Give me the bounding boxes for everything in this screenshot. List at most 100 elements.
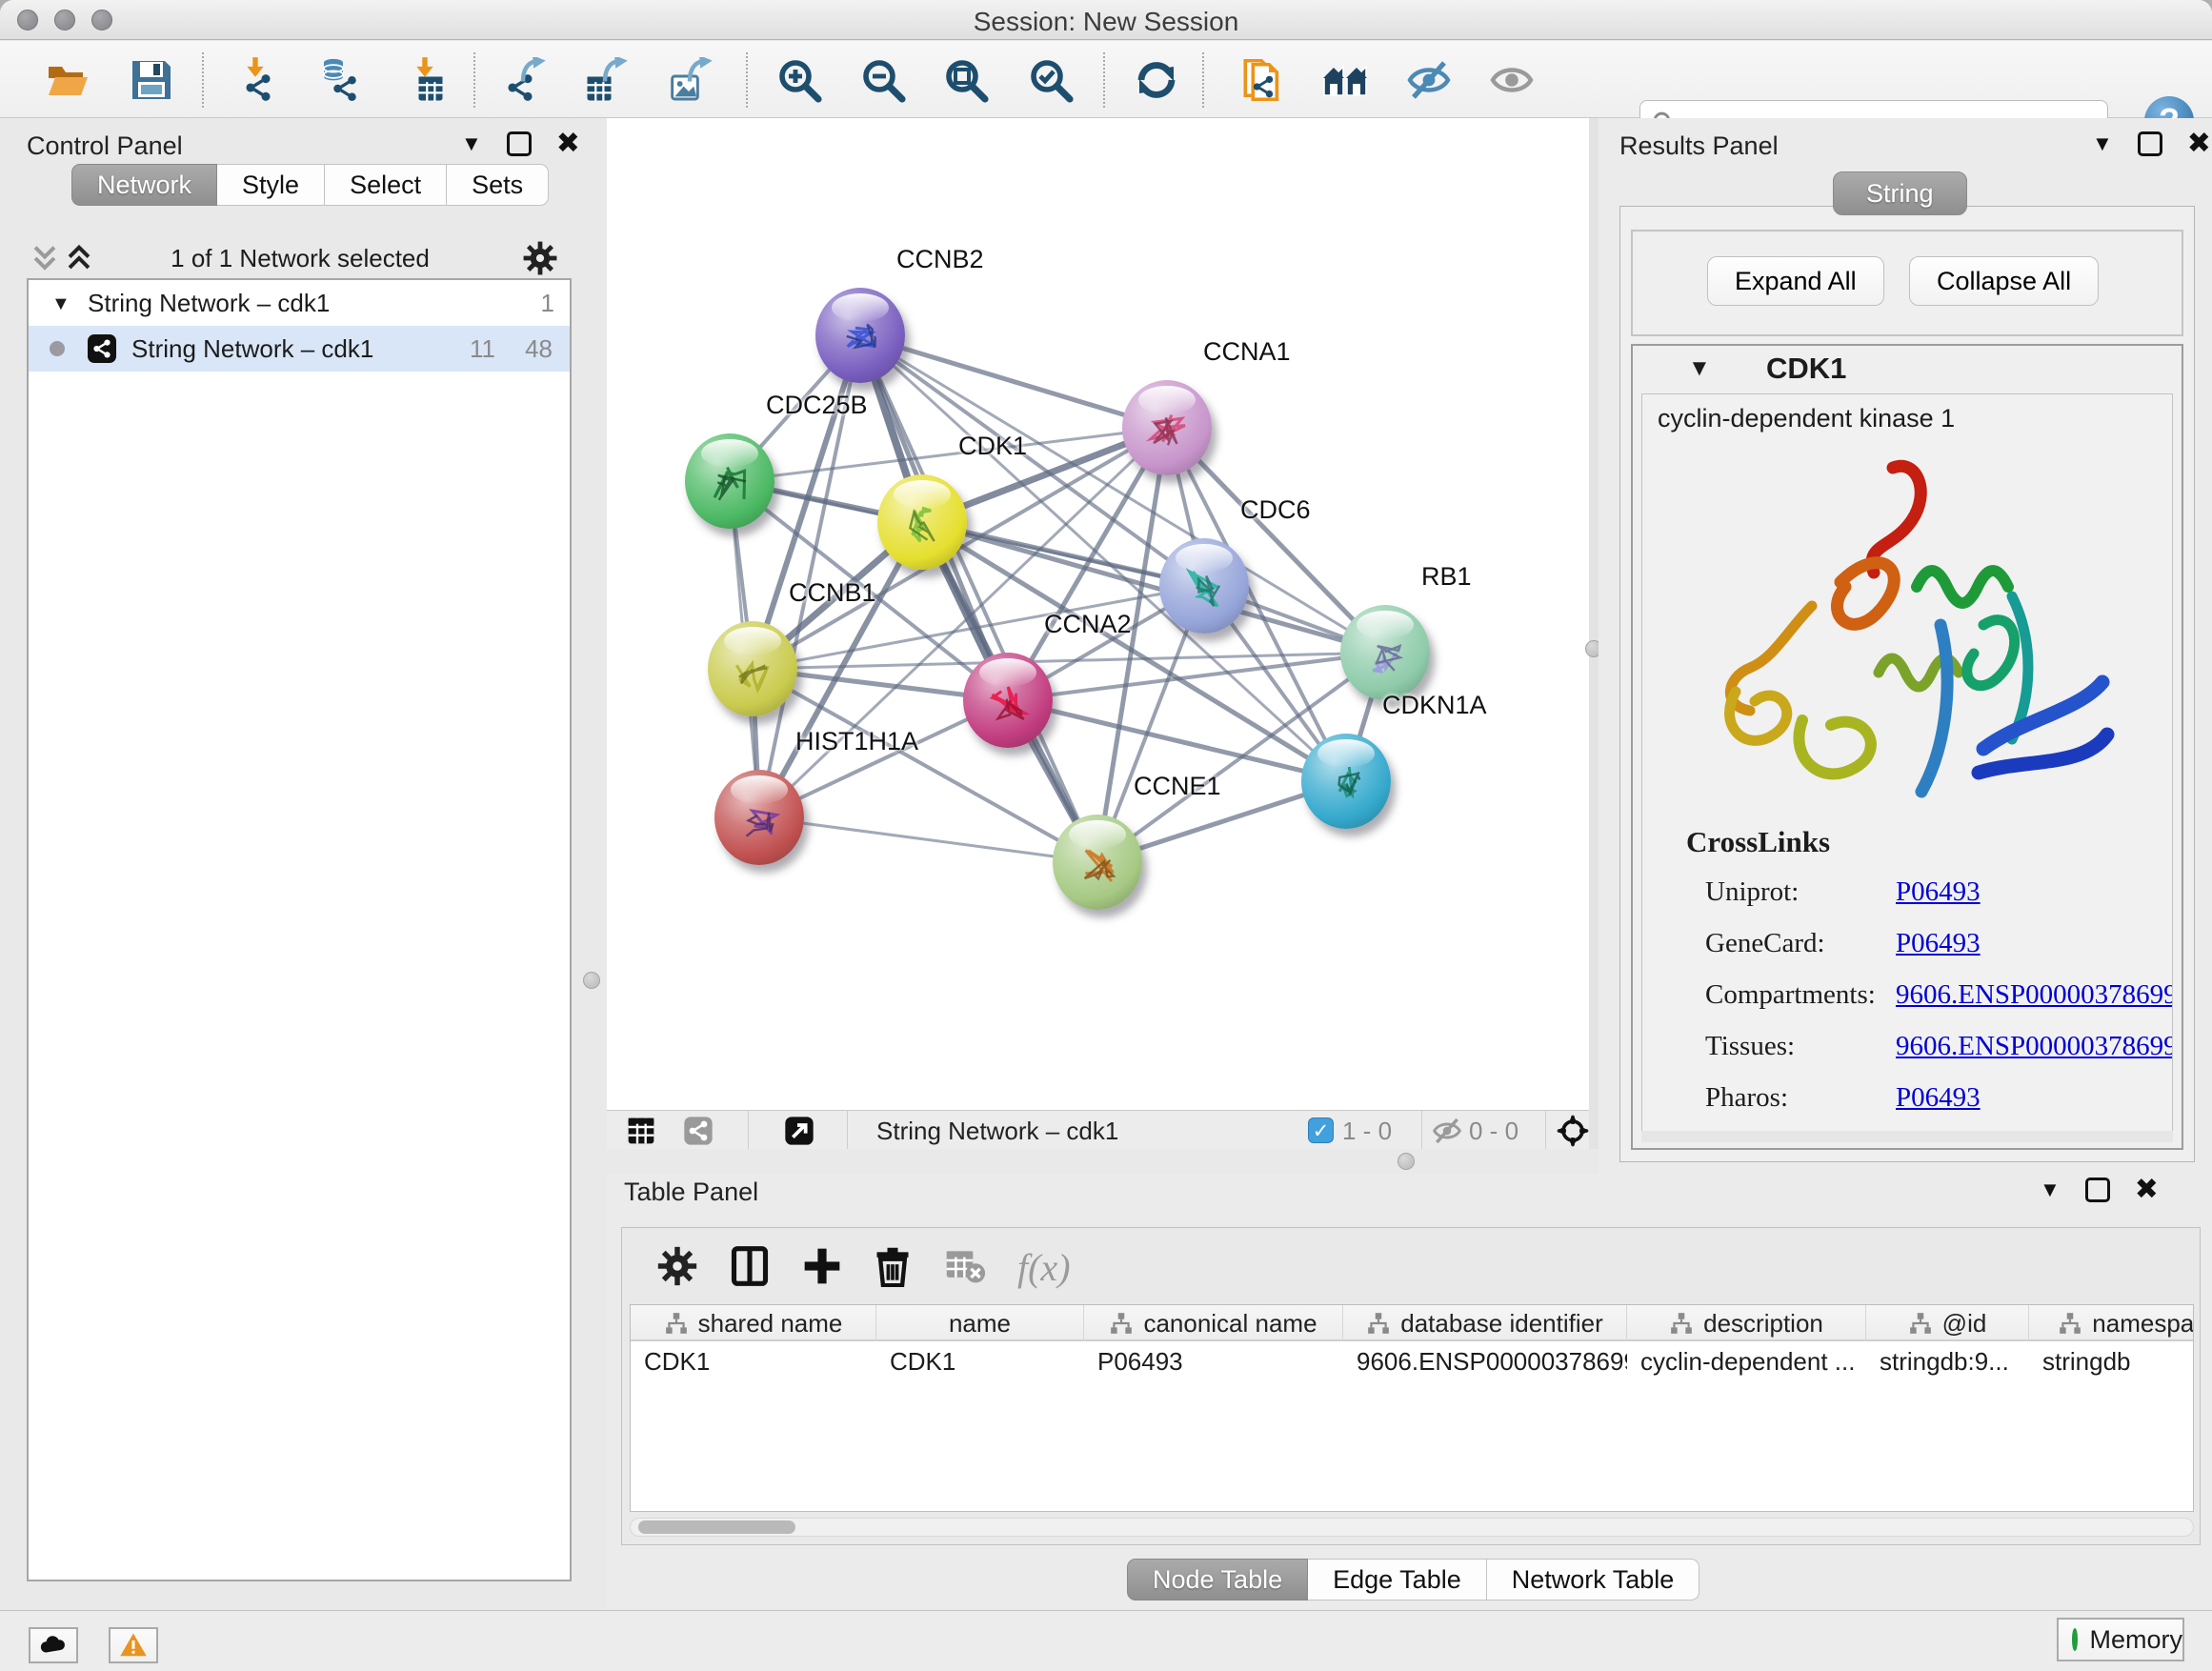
memory-button[interactable]: Memory [2057,1618,2184,1661]
protein-structure-image [1698,453,2117,815]
network-node-ccna1[interactable] [1122,380,1212,475]
delete-icon[interactable] [872,1245,914,1287]
column-header-canonicalname[interactable]: canonical name [1084,1305,1343,1341]
export-image-icon[interactable] [668,57,714,103]
column-type-icon [2058,1311,2082,1336]
network-node-ccnb1[interactable] [708,621,797,716]
table-cell[interactable]: stringdb:9... [1866,1343,2029,1379]
close-panel-icon[interactable]: ✖ [2187,131,2211,156]
import-network-database-icon[interactable] [315,57,361,103]
node-table[interactable]: shared namenamecanonical namedatabase id… [630,1304,2194,1512]
close-panel-icon[interactable]: ✖ [2135,1178,2159,1202]
panel-splitter-handle[interactable] [583,972,600,989]
column-header-namespace[interactable]: namespace [2029,1305,2194,1341]
collapse-all-button[interactable]: Collapse All [1909,256,2099,306]
close-panel-icon[interactable]: ✖ [556,131,580,156]
scrollbar-thumb[interactable] [638,1520,795,1534]
collection-expand-icon[interactable]: ▼ [51,293,70,315]
table-cell[interactable]: CDK1 [631,1343,876,1379]
table-cell[interactable]: 9606.ENSP00000378699 [1343,1343,1627,1379]
column-header-databaseidentifier[interactable]: database identifier [1343,1305,1627,1341]
network-node-rb1[interactable] [1340,605,1430,700]
cloud-icon [39,1631,68,1660]
hidden-items-icon [1432,1116,1462,1146]
table-cell[interactable]: CDK1 [876,1343,1084,1379]
show-all-icon[interactable] [1489,57,1535,103]
columns-icon[interactable] [729,1245,771,1287]
first-neighbors-icon[interactable] [1322,57,1368,103]
gear-icon[interactable] [656,1245,698,1287]
network-node-cdc6[interactable] [1159,538,1249,634]
warnings-button[interactable] [109,1627,158,1663]
selected-nodes-checkbox[interactable]: ✓ [1308,1117,1334,1143]
network-node-ccna2[interactable] [963,653,1053,748]
network-row[interactable]: String Network – cdk1 11 48 [29,326,570,372]
network-node-hist1h1a[interactable] [714,770,804,865]
gene-section-header[interactable]: ▼ CDK1 [1633,346,2182,392]
network-canvas[interactable]: CCNB2 CCNA1 CDC25B CDK1 CDC6 RB1 CCNB1 C… [607,118,1589,1110]
splitter-handle[interactable] [1398,1153,1415,1170]
column-header-sharedname[interactable]: shared name [631,1305,876,1341]
zoom-out-icon[interactable] [860,57,906,103]
crosslink-link[interactable]: P06493 [1896,1082,1981,1114]
new-network-from-selection-icon[interactable] [1237,57,1283,103]
tab-sets[interactable]: Sets [447,164,549,206]
network-node-cdkn1a[interactable] [1301,734,1391,829]
hide-selected-icon[interactable] [1406,57,1452,103]
node-label-rb1: RB1 [1421,562,1472,592]
import-network-file-icon[interactable] [235,57,281,103]
birds-eye-view-icon[interactable] [1557,1115,1589,1147]
tab-style[interactable]: Style [217,164,325,206]
column-header-name[interactable]: name [876,1305,1084,1341]
crosslink-link[interactable]: P06493 [1896,876,1981,908]
network-node-cdc25b[interactable] [685,433,774,529]
maximize-panel-icon[interactable] [2138,131,2162,156]
table-cell[interactable]: cyclin-dependent ... [1627,1343,1866,1379]
zoom-fit-icon[interactable] [943,57,989,103]
float-panel-icon[interactable]: ▼ [2040,1178,2061,1202]
add-column-icon[interactable] [801,1245,843,1287]
expand-all-button[interactable]: Expand All [1707,256,1884,306]
vertical-splitter[interactable] [1589,118,1599,1149]
table-cell[interactable]: P06493 [1084,1343,1343,1379]
refresh-layout-icon[interactable] [1134,57,1179,103]
network-badge-icon[interactable] [683,1116,714,1146]
grid-view-icon[interactable] [626,1116,656,1146]
network-node-ccne1[interactable] [1053,815,1142,910]
crosslink-row: Uniprot:P06493 [1705,876,1799,908]
network-node-ccnb2[interactable] [815,288,905,383]
maximize-panel-icon[interactable] [507,131,532,156]
tab-select[interactable]: Select [325,164,447,206]
tab-network[interactable]: Network [71,164,217,206]
tab-network-table[interactable]: Network Table [1487,1559,1700,1601]
node-label-ccnb2: CCNB2 [896,245,984,274]
app-window: Session: New Session ? Control Panel [0,0,2212,1671]
float-panel-icon[interactable]: ▼ [2092,131,2113,156]
column-header-id[interactable]: @id [1866,1305,2029,1341]
column-header-description[interactable]: description [1627,1305,1866,1341]
maximize-panel-icon[interactable] [2085,1178,2110,1202]
cloud-status-button[interactable] [29,1627,78,1663]
table-horizontal-scrollbar[interactable] [630,1518,2194,1537]
tab-string[interactable]: String [1833,171,1967,215]
save-session-icon[interactable] [129,57,174,103]
detach-view-icon[interactable] [784,1116,814,1146]
zoom-selected-icon[interactable] [1028,57,1074,103]
crosslink-link[interactable]: 9606.ENSP00000378699 [1896,979,2173,1011]
network-node-cdk1[interactable] [877,474,967,570]
tab-node-table[interactable]: Node Table [1127,1559,1308,1601]
export-table-icon[interactable] [583,57,629,103]
import-table-icon[interactable] [403,57,449,103]
tab-edge-table[interactable]: Edge Table [1308,1559,1487,1601]
network-options-gear-icon[interactable] [522,240,558,276]
network-collection-row[interactable]: ▼ String Network – cdk1 1 [29,280,570,326]
section-collapse-icon[interactable]: ▼ [1688,355,1711,382]
crosslink-link[interactable]: 9606.ENSP00000378699 [1896,1031,2173,1062]
open-session-icon[interactable] [45,57,90,103]
crosslink-link[interactable]: P06493 [1896,928,1981,959]
zoom-in-icon[interactable] [776,57,822,103]
table-cell[interactable]: stringdb [2029,1343,2194,1379]
float-panel-icon[interactable]: ▼ [461,131,482,156]
export-network-icon[interactable] [503,57,549,103]
section-scrollbar[interactable] [1641,1131,2173,1142]
